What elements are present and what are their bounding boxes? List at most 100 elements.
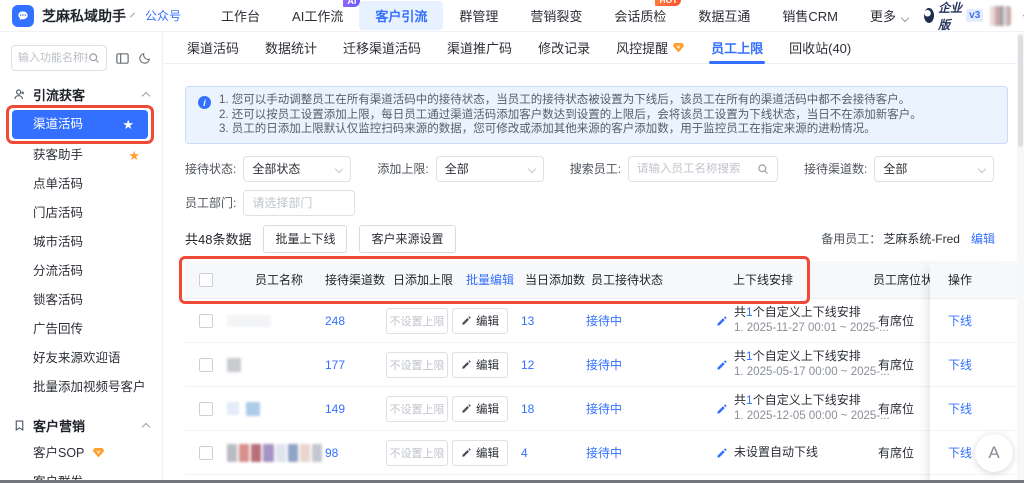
user-avatar-redacted[interactable] bbox=[990, 5, 1012, 26]
channel-count-link[interactable]: 149 bbox=[325, 402, 345, 416]
table-row: 177 不设置上限 编辑 12 接待中 共1个自定义上下线安排 1. 2025-… bbox=[185, 343, 1017, 387]
sidebar-search-box bbox=[11, 45, 107, 71]
account-type-label[interactable]: 公众号 bbox=[145, 7, 181, 24]
edit-limit-button[interactable]: 编辑 bbox=[452, 395, 508, 422]
sidebar-item-channel-qrcode[interactable]: 渠道活码 bbox=[6, 105, 154, 144]
nav-item-sales-crm[interactable]: 销售CRM bbox=[766, 1, 854, 30]
edit-limit-button[interactable]: 编辑 bbox=[452, 351, 508, 378]
sidebar-item-customer-sop[interactable]: 客户SOP bbox=[0, 439, 162, 468]
select-chevron-down-icon bbox=[978, 164, 987, 173]
reception-status-badge: 接待中 bbox=[586, 446, 623, 460]
tab-employee-limit[interactable]: 员工上限 bbox=[698, 32, 776, 64]
nav-item-group-management[interactable]: 群管理 bbox=[443, 1, 514, 30]
top-navigation-bar: 芝麻私域助手 公众号 工作台 AI工作流 AI 客户引流 群管理 营销裂变 会话… bbox=[0, 0, 1024, 32]
nav-item-more[interactable]: 更多 bbox=[854, 1, 924, 30]
pencil-icon bbox=[461, 403, 472, 414]
brand-chevron-down-icon[interactable] bbox=[130, 12, 135, 17]
backup-edit-link[interactable]: 编辑 bbox=[971, 230, 995, 247]
nav-item-marketing-fission[interactable]: 营销裂变 bbox=[514, 1, 598, 30]
table-header-row: 员工名称 接待渠道数 日添加上限 批量编辑 当日添加数 员工接待状态 上下线安排… bbox=[179, 255, 1017, 304]
col-header-reception-status: 员工接待状态 bbox=[591, 272, 664, 287]
bookmark-icon bbox=[13, 419, 26, 432]
row-checkbox[interactable] bbox=[199, 445, 213, 460]
sidebar-item-split-qrcode[interactable]: 分流活码 bbox=[0, 257, 162, 286]
search-icon[interactable] bbox=[757, 163, 769, 175]
offline-action-link[interactable]: 下线 bbox=[948, 400, 972, 417]
tab-channel-qrcode[interactable]: 渠道活码 bbox=[174, 32, 252, 64]
tab-data-statistics[interactable]: 数据统计 bbox=[252, 32, 330, 64]
today-added-link[interactable]: 13 bbox=[521, 314, 534, 328]
sidebar-item-order-qrcode[interactable]: 点单活码 bbox=[0, 170, 162, 199]
filter-row: 接待状态: 全部状态 添加上限: 全部 搜索员工: 请输入员工名称搜索 接待渠道… bbox=[185, 155, 1024, 182]
table-toolbar: 共48条数据 批量上下线 客户来源设置 备用员工： 芝麻系统-Fred 编辑 bbox=[185, 224, 1017, 253]
staff-search-input[interactable] bbox=[637, 162, 754, 175]
tab-channel-promo-code[interactable]: 渠道推广码 bbox=[434, 32, 525, 64]
dark-mode-moon-icon[interactable] bbox=[138, 51, 152, 65]
section-collapse-chevron-icon[interactable] bbox=[141, 91, 151, 101]
topbar-right-cluster: 企业版 v3 bbox=[924, 0, 1024, 33]
row-checkbox[interactable] bbox=[199, 401, 213, 416]
vertical-scrollbar-thumb[interactable] bbox=[1018, 35, 1023, 147]
today-added-link[interactable]: 12 bbox=[521, 358, 534, 372]
sidebar-item-batch-add-video-customers[interactable]: 批量添加视频号客户 bbox=[0, 373, 162, 402]
offline-action-link[interactable]: 下线 bbox=[948, 356, 972, 373]
employee-name-redacted bbox=[227, 431, 322, 475]
pencil-icon[interactable] bbox=[716, 359, 728, 371]
floating-assistant-button[interactable]: A bbox=[975, 434, 1013, 472]
today-added-link[interactable]: 4 bbox=[521, 446, 528, 460]
row-checkbox[interactable] bbox=[199, 313, 213, 328]
today-added-link[interactable]: 18 bbox=[521, 402, 534, 416]
favorite-star-icon[interactable] bbox=[122, 110, 134, 139]
sidebar-item-store-qrcode[interactable]: 门店活码 bbox=[0, 199, 162, 228]
col-header-today-added: 当日添加数 bbox=[525, 272, 586, 287]
reception-status-select[interactable]: 全部状态 bbox=[243, 155, 352, 182]
backup-employee-name: 芝麻系统-Fred bbox=[883, 232, 960, 246]
employee-name-redacted bbox=[227, 343, 322, 387]
pencil-icon[interactable] bbox=[716, 447, 728, 459]
add-limit-select[interactable]: 全部 bbox=[435, 155, 544, 182]
sidebar-item-ad-callback[interactable]: 广告回传 bbox=[0, 315, 162, 344]
tab-risk-alert[interactable]: 风控提醒 bbox=[603, 32, 698, 64]
nav-item-customer-acquisition[interactable]: 客户引流 bbox=[359, 1, 444, 30]
sidebar-item-friend-source-greeting[interactable]: 好友来源欢迎语 bbox=[0, 344, 162, 373]
reception-status-badge: 接待中 bbox=[586, 402, 623, 416]
sidebar-item-acquisition-helper[interactable]: 获客助手 bbox=[0, 141, 162, 170]
nav-item-data-interchange[interactable]: 数据互通 bbox=[682, 1, 766, 30]
nav-item-ai-workflow[interactable]: AI工作流 AI bbox=[276, 0, 361, 30]
seat-status: 有席位 bbox=[878, 402, 915, 416]
nav-item-chat-inspection[interactable]: 会话质检 HOT bbox=[598, 0, 682, 30]
edit-limit-button[interactable]: 编辑 bbox=[452, 307, 508, 334]
search-icon[interactable] bbox=[88, 52, 100, 64]
sidebar-section-acquisition[interactable]: 引流获客 bbox=[13, 85, 151, 104]
department-select[interactable]: 请选择部门 bbox=[243, 189, 356, 216]
channel-count-select[interactable]: 全部 bbox=[874, 155, 995, 182]
row-checkbox[interactable] bbox=[199, 357, 213, 372]
seat-status: 有席位 bbox=[878, 446, 915, 460]
batch-online-offline-button[interactable]: 批量上下线 bbox=[263, 224, 348, 253]
sidebar-section-marketing[interactable]: 客户营销 bbox=[13, 416, 151, 435]
panel-collapse-icon[interactable] bbox=[115, 51, 130, 66]
channel-count-link[interactable]: 98 bbox=[325, 446, 338, 460]
pencil-icon[interactable] bbox=[716, 403, 728, 415]
tab-recycle-bin[interactable]: 回收站(40) bbox=[776, 32, 864, 64]
sidebar-search-input[interactable] bbox=[18, 52, 88, 64]
batch-edit-link[interactable]: 批量编辑 bbox=[466, 261, 514, 299]
channel-count-link[interactable]: 248 bbox=[325, 314, 345, 328]
favorite-star-icon[interactable] bbox=[128, 141, 140, 170]
offline-action-link[interactable]: 下线 bbox=[948, 312, 972, 329]
pencil-icon[interactable] bbox=[716, 315, 728, 327]
section-collapse-chevron-icon[interactable] bbox=[141, 422, 151, 432]
edition-badge[interactable]: 企业版 v3 bbox=[924, 0, 984, 33]
tab-migrate-channel-qrcode[interactable]: 迁移渠道活码 bbox=[330, 32, 434, 64]
offline-action-link[interactable]: 下线 bbox=[948, 444, 972, 461]
select-all-checkbox[interactable] bbox=[199, 272, 213, 287]
channel-count-link[interactable]: 177 bbox=[325, 358, 345, 372]
col-header-schedule: 上下线安排 bbox=[733, 272, 794, 287]
sidebar-item-city-qrcode[interactable]: 城市活码 bbox=[0, 228, 162, 257]
tab-change-log[interactable]: 修改记录 bbox=[525, 32, 603, 64]
sub-tabbar: 渠道活码 数据统计 迁移渠道活码 渠道推广码 修改记录 风控提醒 员工上限 回收… bbox=[163, 32, 1024, 64]
edit-limit-button[interactable]: 编辑 bbox=[452, 439, 508, 466]
sidebar-item-lock-customer-qrcode[interactable]: 锁客活码 bbox=[0, 286, 162, 315]
customer-source-settings-button[interactable]: 客户来源设置 bbox=[359, 224, 456, 253]
nav-item-workbench[interactable]: 工作台 bbox=[205, 1, 276, 30]
